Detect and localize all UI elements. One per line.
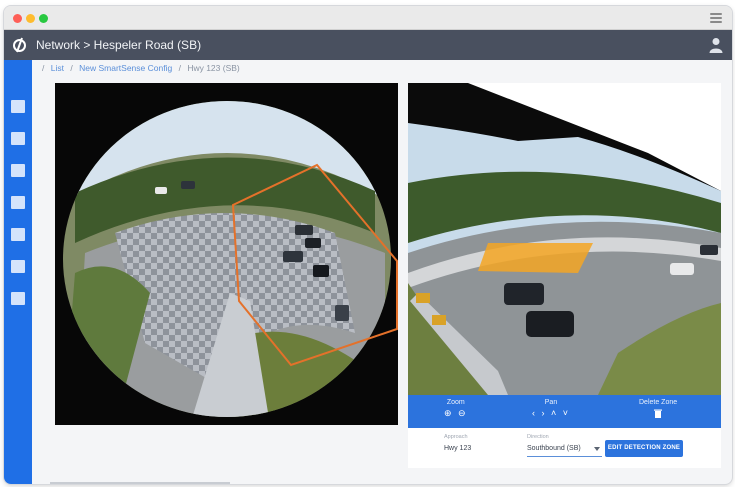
- zone-form: Approach Hwy 123 Direction Southbound (S…: [408, 428, 721, 468]
- hamburger-menu-icon[interactable]: [710, 13, 722, 23]
- pan-arrows-icon[interactable]: ‹ › ˄ ˅: [532, 408, 570, 418]
- sidebar-item-4[interactable]: [11, 196, 25, 209]
- sidebar-item-7[interactable]: [11, 292, 25, 305]
- delete-zone-control: Delete Zone: [639, 399, 677, 418]
- trash-icon[interactable]: [654, 409, 663, 418]
- approach-field[interactable]: Hwy 123: [444, 445, 471, 452]
- sidebar-item-5[interactable]: [11, 228, 25, 241]
- dewarped-image: [408, 83, 721, 395]
- sidebar-item-3[interactable]: [11, 164, 25, 177]
- detection-zone-fill[interactable]: [478, 243, 593, 273]
- user-icon[interactable]: [709, 37, 723, 53]
- bottom-divider: [50, 482, 230, 484]
- minimize-window-button[interactable]: [26, 14, 35, 23]
- fisheye-image: [55, 83, 398, 425]
- app-window: Network > Hespeler Road (SB) / List / Ne…: [4, 6, 732, 484]
- breadcrumb-separator: /: [178, 63, 181, 73]
- chevron-down-icon[interactable]: [594, 447, 600, 451]
- maximize-window-button[interactable]: [39, 14, 48, 23]
- breadcrumb-item-list[interactable]: List: [51, 63, 64, 73]
- close-window-button[interactable]: [13, 14, 22, 23]
- sidebar-item-2[interactable]: [11, 132, 25, 145]
- breadcrumb-separator: /: [70, 63, 73, 73]
- app-header: Network > Hespeler Road (SB): [4, 30, 732, 60]
- brand-logo-icon[interactable]: [12, 37, 27, 53]
- direction-select-underline: [527, 456, 602, 457]
- pan-control: Pan ‹ › ˄ ˅: [532, 399, 570, 418]
- page-title: Network > Hespeler Road (SB): [36, 38, 202, 52]
- zoom-label: Zoom: [446, 399, 465, 406]
- edit-detection-zone-button[interactable]: EDIT DETECTION ZONE: [605, 440, 683, 457]
- direction-label: Direction: [527, 434, 549, 440]
- fisheye-camera-view[interactable]: [55, 83, 398, 425]
- delete-zone-label: Delete Zone: [639, 399, 678, 406]
- sidebar: [4, 60, 32, 484]
- pan-label: Pan: [544, 399, 558, 406]
- zoom-in-out-icon[interactable]: ⊕ ⊖: [444, 408, 468, 419]
- sidebar-item-6[interactable]: [11, 260, 25, 273]
- breadcrumb: / List / New SmartSense Config / Hwy 123…: [38, 63, 240, 73]
- dewarped-camera-view[interactable]: [408, 83, 721, 395]
- window-titlebar: [4, 6, 732, 30]
- sidebar-item-1[interactable]: [11, 100, 25, 113]
- breadcrumb-item-config[interactable]: New SmartSense Config: [79, 63, 172, 73]
- direction-select[interactable]: Southbound (SB): [527, 445, 581, 452]
- zoom-control: Zoom ⊕ ⊖: [444, 399, 468, 419]
- breadcrumb-item-current: Hwy 123 (SB): [187, 63, 240, 73]
- approach-label: Approach: [444, 434, 468, 440]
- breadcrumb-separator: /: [42, 63, 45, 73]
- camera-control-bar: Zoom ⊕ ⊖ Pan ‹ › ˄ ˅ Delete Zone: [408, 395, 721, 428]
